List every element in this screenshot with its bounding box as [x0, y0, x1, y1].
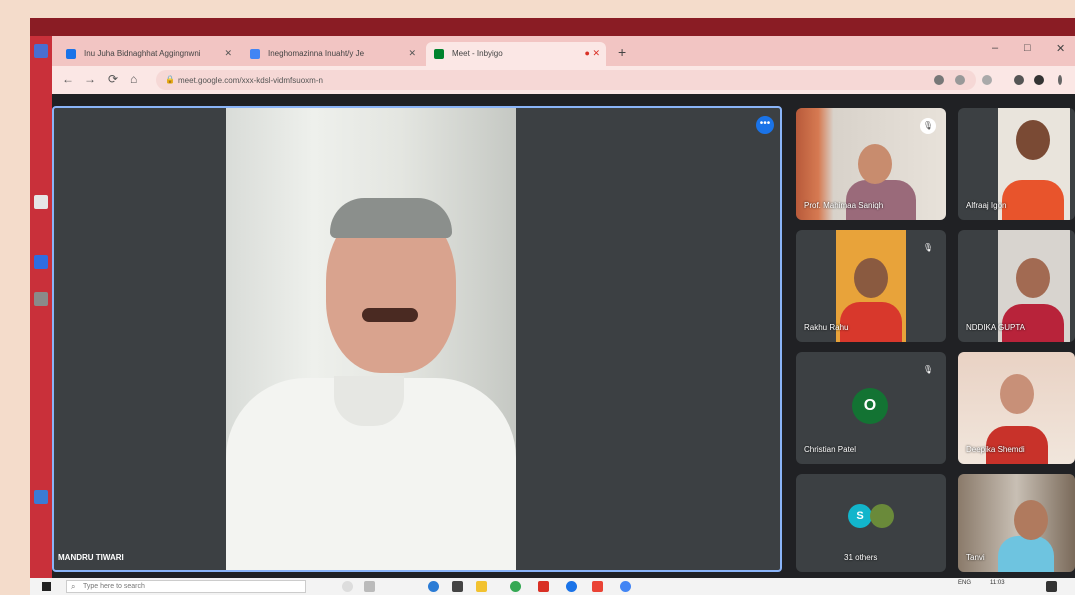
- app-icon[interactable]: [592, 581, 603, 592]
- camera-permission-icon[interactable]: [934, 75, 944, 85]
- search-placeholder: Type here to search: [83, 583, 145, 590]
- desktop-top-strip: [30, 18, 1075, 36]
- app-icon[interactable]: [538, 581, 549, 592]
- participant-tile[interactable]: Deepika Shemdi: [958, 352, 1075, 464]
- participant-tile[interactable]: O 🎙 Christian Patel: [796, 352, 946, 464]
- participant-tile[interactable]: 🎙 Prof. Mahimaa Saniqh: [796, 108, 946, 220]
- speaker-hair: [330, 198, 452, 238]
- url-input[interactable]: 🔒 meet.google.com/xxx-kdsl-vidmfsuoxm-n: [156, 70, 976, 90]
- search-icon: ⌕: [71, 582, 76, 591]
- windows-start-icon[interactable]: [42, 582, 51, 591]
- browser-tab-active[interactable]: Meet - Inbyigo ● ✕: [426, 42, 606, 66]
- participant-name: Christian Patel: [804, 445, 857, 454]
- participant-avatar-photo: [870, 504, 894, 528]
- meet-favicon-icon: [434, 49, 444, 59]
- mic-off-icon: 🎙: [920, 240, 936, 256]
- close-icon[interactable]: ● ✕: [585, 48, 600, 59]
- app-icon[interactable]: [566, 581, 577, 592]
- extension-icon[interactable]: [982, 75, 992, 85]
- tray-clock[interactable]: 11:03: [990, 580, 1005, 586]
- extensions-puzzle-icon[interactable]: [1014, 75, 1024, 85]
- tab-label: Meet - Inbyigo: [452, 49, 503, 58]
- windows-taskbar: ⌕ Type here to search ENG 11:03: [30, 578, 1075, 595]
- tab-favicon-icon: [66, 49, 76, 59]
- mic-off-icon: 🎙: [920, 118, 936, 134]
- participant-name: NDDIKA GUPTA: [966, 323, 1025, 332]
- profile-avatar-icon[interactable]: [1034, 75, 1044, 85]
- minimize-button[interactable]: –: [992, 42, 998, 54]
- desktop-app-icon[interactable]: [34, 292, 48, 306]
- others-tile[interactable]: S 31 others: [796, 474, 946, 572]
- participant-tile[interactable]: Alfraaj Igon: [958, 108, 1075, 220]
- participant-face: [1000, 374, 1034, 414]
- edge-icon[interactable]: [428, 581, 439, 592]
- meet-stage: ••• MANDRU TIWARI 🎙 Prof. Mahimaa Saniqh…: [52, 94, 1075, 578]
- speaker-moustache: [362, 308, 418, 322]
- close-window-button[interactable]: ✕: [1056, 42, 1065, 55]
- tray-language[interactable]: ENG: [958, 580, 971, 586]
- speaker-collar: [334, 376, 404, 426]
- desktop-app-icon[interactable]: [34, 255, 48, 269]
- participant-tile[interactable]: Tanvi: [958, 474, 1075, 572]
- url-text: meet.google.com/xxx-kdsl-vidmfsuoxm-n: [178, 76, 323, 85]
- forward-button[interactable]: →: [84, 72, 96, 86]
- tab-label: Inu Juha Bidnaghhat Aggingnwni: [84, 49, 201, 58]
- file-explorer-icon[interactable]: [476, 581, 487, 592]
- maximize-button[interactable]: □: [1024, 42, 1031, 54]
- participant-name: Rakhu Rahu: [804, 323, 849, 332]
- mic-off-icon: 🎙: [920, 362, 936, 378]
- participant-avatar: O: [852, 388, 888, 424]
- participant-shirt: [846, 180, 916, 220]
- teams-icon[interactable]: [452, 581, 463, 592]
- participant-shirt: [840, 302, 902, 342]
- main-speaker-name: MANDRU TIWARI: [58, 553, 124, 562]
- main-speaker-tile[interactable]: ••• MANDRU TIWARI: [52, 106, 782, 572]
- new-tab-button[interactable]: +: [618, 44, 626, 60]
- browser-tab[interactable]: Inu Juha Bidnaghhat Aggingnwni ✕: [58, 42, 238, 66]
- reload-button[interactable]: ⟳: [108, 72, 118, 86]
- tab-label: Ineghomazinna Inuaht/y Je: [268, 49, 365, 58]
- participant-face: [1014, 500, 1048, 540]
- chrome-icon[interactable]: [510, 581, 521, 592]
- back-button[interactable]: ←: [62, 72, 74, 86]
- tab-bar: Inu Juha Bidnaghhat Aggingnwni ✕ Ineghom…: [52, 36, 1075, 66]
- others-count: 31 others: [844, 553, 878, 562]
- close-icon[interactable]: ✕: [224, 48, 232, 59]
- participant-name: Tanvi: [966, 553, 985, 562]
- desktop-app-icon[interactable]: [34, 195, 48, 209]
- desktop-app-icon[interactable]: [34, 44, 48, 58]
- browser-tab[interactable]: Ineghomazinna Inuaht/y Je ✕: [242, 42, 422, 66]
- participant-name: Alfraaj Igon: [966, 201, 1007, 210]
- lock-icon: 🔒: [165, 75, 175, 84]
- participant-face: [1016, 120, 1050, 160]
- participant-face: [858, 144, 892, 184]
- menu-dots-icon[interactable]: [1058, 75, 1062, 85]
- participant-avatar: S: [848, 504, 872, 528]
- app-icon[interactable]: [620, 581, 631, 592]
- address-bar: ← → ⟳ ⌂ 🔒 meet.google.com/xxx-kdsl-vidmf…: [52, 66, 1075, 94]
- notifications-icon[interactable]: [1046, 581, 1057, 592]
- browser-window: Inu Juha Bidnaghhat Aggingnwni ✕ Ineghom…: [52, 36, 1075, 578]
- more-options-icon[interactable]: •••: [756, 116, 774, 134]
- bookmark-star-icon[interactable]: [955, 75, 965, 85]
- participant-face: [1016, 258, 1050, 298]
- participant-shirt: [1002, 180, 1064, 220]
- home-button[interactable]: ⌂: [130, 72, 137, 86]
- task-view-icon[interactable]: [364, 581, 375, 592]
- taskbar-search-input[interactable]: ⌕ Type here to search: [66, 580, 306, 593]
- participant-shirt: [998, 536, 1054, 572]
- tab-favicon-icon: [250, 49, 260, 59]
- participant-name: Deepika Shemdi: [966, 445, 1025, 454]
- desktop-app-icon[interactable]: [34, 490, 48, 504]
- participant-tile[interactable]: 🎙 Rakhu Rahu: [796, 230, 946, 342]
- participant-face: [854, 258, 888, 298]
- participant-tile[interactable]: NDDIKA GUPTA: [958, 230, 1075, 342]
- main-speaker-video: [226, 108, 516, 570]
- cortana-icon[interactable]: [342, 581, 353, 592]
- close-icon[interactable]: ✕: [408, 48, 416, 59]
- participant-name: Prof. Mahimaa Saniqh: [804, 201, 884, 210]
